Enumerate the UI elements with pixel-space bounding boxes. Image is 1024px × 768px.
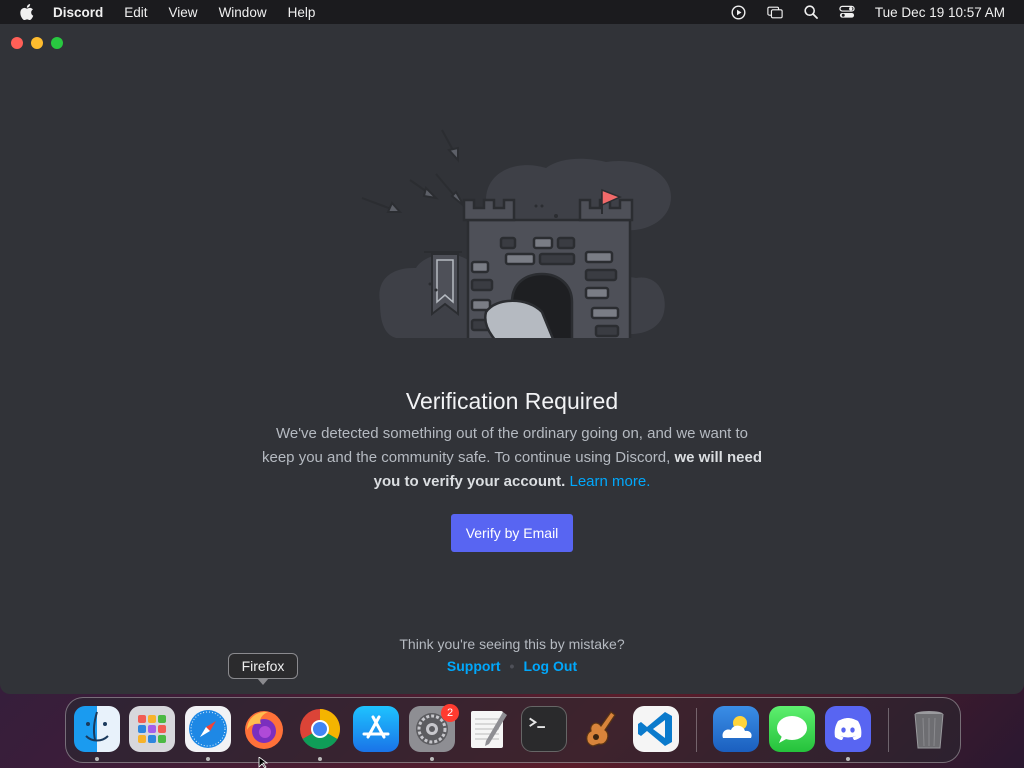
- page-title: Verification Required: [405, 388, 619, 414]
- finder-icon[interactable]: [74, 706, 120, 752]
- system-settings-running-indicator: [430, 757, 434, 761]
- system-settings-badge: 2: [441, 704, 459, 722]
- launchpad-icon[interactable]: [129, 706, 175, 752]
- verify-by-email-button[interactable]: Verify by Email: [451, 514, 573, 552]
- safari-icon[interactable]: [185, 706, 231, 752]
- menu-help[interactable]: Help: [288, 5, 316, 20]
- app-store-icon[interactable]: [353, 706, 399, 752]
- dock: 2: [65, 697, 961, 763]
- close-window-button[interactable]: [11, 37, 23, 49]
- menu-view[interactable]: View: [169, 5, 198, 20]
- menu-window[interactable]: Window: [219, 5, 267, 20]
- menu-app-name[interactable]: Discord: [53, 5, 103, 20]
- support-link[interactable]: Support: [447, 658, 501, 674]
- discord-running-indicator: [846, 757, 850, 761]
- messages-icon[interactable]: [769, 706, 815, 752]
- discord-icon[interactable]: [825, 706, 871, 752]
- vscode-icon[interactable]: [633, 706, 679, 752]
- apple-menu-icon[interactable]: [19, 4, 35, 20]
- minimize-window-button[interactable]: [31, 37, 43, 49]
- link-separator: •: [509, 658, 515, 674]
- weather-icon[interactable]: [713, 706, 759, 752]
- window-overview-icon[interactable]: [767, 4, 783, 20]
- trash-icon[interactable]: [906, 706, 952, 752]
- dock-tooltip: Firefox: [228, 653, 298, 685]
- firefox-icon[interactable]: [241, 706, 287, 752]
- menu-bar: Discord Edit View Window Help Tue Dec 19…: [0, 0, 1024, 24]
- dock-separator: [696, 708, 697, 752]
- verification-description: We've detected something out of the ordi…: [262, 422, 762, 494]
- garageband-icon[interactable]: [577, 706, 623, 752]
- terminal-icon[interactable]: [521, 706, 567, 752]
- mouse-cursor-icon: [258, 757, 268, 768]
- learn-more-link[interactable]: Learn more.: [570, 473, 651, 490]
- screen-record-icon[interactable]: [731, 4, 747, 20]
- menu-bar-clock[interactable]: Tue Dec 19 10:57 AM: [875, 5, 1005, 20]
- window-controls: [11, 37, 63, 49]
- spotlight-search-icon[interactable]: [803, 4, 819, 20]
- castle-illustration: [361, 129, 671, 338]
- discord-window: Verification Required We've detected som…: [0, 24, 1024, 694]
- safari-running-indicator: [206, 757, 210, 761]
- textedit-icon[interactable]: [465, 706, 511, 752]
- dock-separator-trash: [888, 708, 889, 752]
- mistake-prompt: Think you're seeing this by mistake?: [399, 636, 625, 652]
- chrome-running-indicator: [318, 757, 322, 761]
- fullscreen-window-button[interactable]: [51, 37, 63, 49]
- log-out-link[interactable]: Log Out: [523, 658, 577, 674]
- menu-edit[interactable]: Edit: [124, 5, 147, 20]
- footer-links: Support • Log Out: [0, 658, 1024, 674]
- chrome-icon[interactable]: [297, 706, 343, 752]
- finder-running-indicator: [95, 757, 99, 761]
- control-center-icon[interactable]: [839, 4, 855, 20]
